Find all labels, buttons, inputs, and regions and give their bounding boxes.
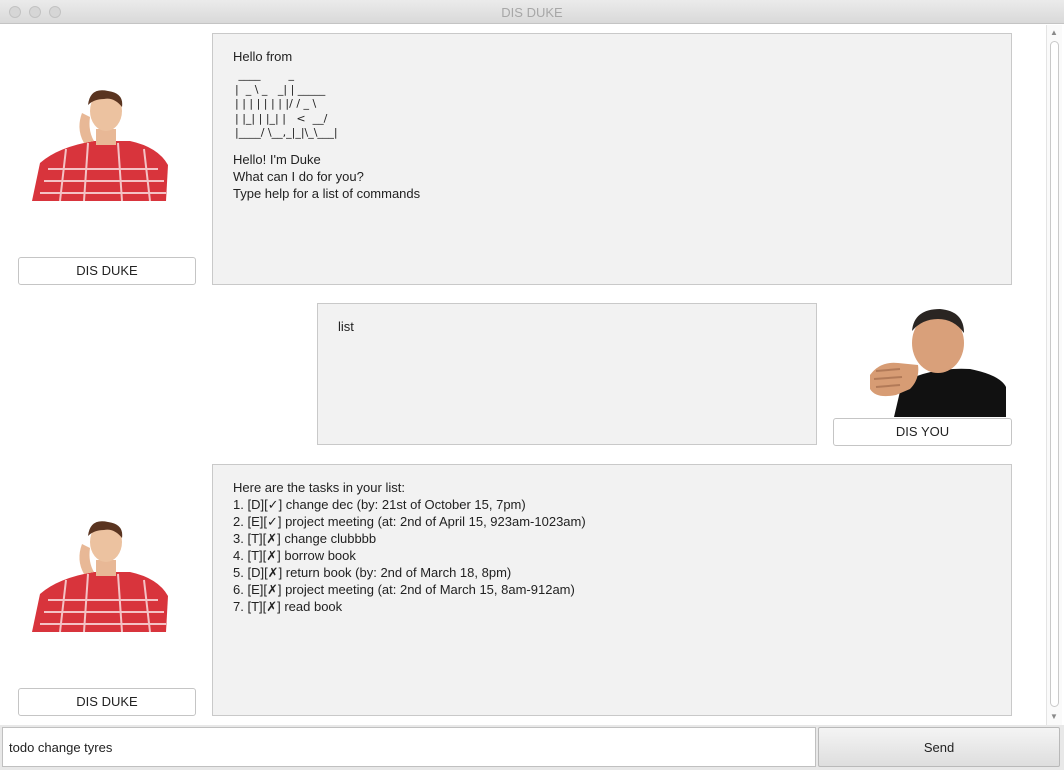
scroll-down-icon[interactable]: ▼: [1050, 713, 1058, 721]
input-bar: Send: [0, 725, 1064, 770]
send-button[interactable]: Send: [818, 727, 1060, 767]
user-avatar: [840, 303, 1006, 417]
chat-scrollbar[interactable]: ▲ ▼: [1046, 25, 1062, 725]
duke-name-label: DIS DUKE: [18, 688, 196, 716]
user-message-bubble: list: [317, 303, 817, 445]
task-list-text: Here are the tasks in your list: 1. [D][…: [233, 480, 586, 614]
user-avatar-image: [840, 303, 1006, 417]
scroll-thumb[interactable]: [1050, 41, 1059, 707]
message-input[interactable]: [2, 727, 816, 767]
duke-message-bubble: Hello from ____ _ | _ \ _ _| | _____ | |…: [212, 33, 1012, 285]
scroll-up-icon[interactable]: ▲: [1050, 29, 1058, 37]
greeting-body: Hello! I'm Duke What can I do for you? T…: [233, 151, 421, 201]
duke-ascii-logo: ____ _ | _ \ _ _| | _____ | | | | | | | …: [235, 68, 338, 139]
user-name-label: DIS YOU: [833, 418, 1012, 446]
duke-greeting-text: Hello from ____ _ | _ \ _ _| | _____ | |…: [213, 34, 1011, 216]
duke-avatar-image: [18, 89, 196, 201]
duke-avatar-image: [18, 520, 196, 632]
window-title: DIS DUKE: [501, 5, 563, 20]
greeting-intro: Hello from: [233, 49, 293, 64]
title-bar: DIS DUKE: [0, 0, 1064, 24]
user-message-text: list: [338, 319, 354, 334]
duke-avatar: [18, 89, 196, 201]
chat-area[interactable]: DIS DUKE Hello from ____ _ | _ \ _ _| | …: [0, 25, 1064, 725]
duke-avatar: [18, 520, 196, 632]
duke-name-label: DIS DUKE: [18, 257, 196, 285]
duke-message-bubble: Here are the tasks in your list: 1. [D][…: [212, 464, 1012, 716]
